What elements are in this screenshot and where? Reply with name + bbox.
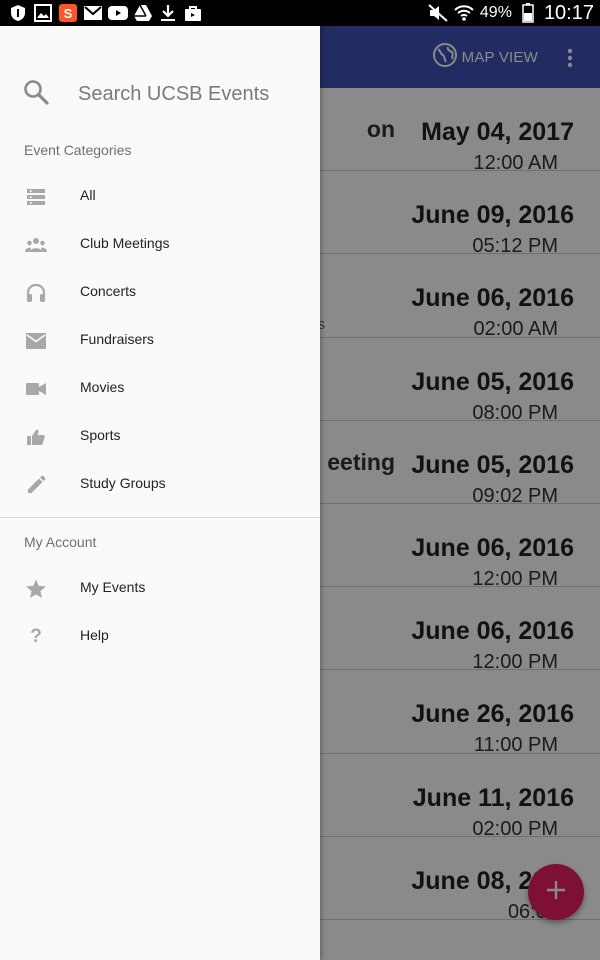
mute-icon xyxy=(428,3,448,23)
mail-icon xyxy=(24,329,48,353)
list-icon xyxy=(24,185,48,209)
nav-item-label: All xyxy=(80,187,96,203)
nav-item-label: Movies xyxy=(80,379,125,395)
group-icon xyxy=(24,233,48,257)
drive-icon xyxy=(133,3,153,23)
headphones-icon xyxy=(24,281,48,305)
shield-icon xyxy=(8,3,28,23)
nav-item-label: Fundraisers xyxy=(80,331,154,347)
svg-text:S: S xyxy=(64,6,73,21)
nav-item-all[interactable]: All xyxy=(0,173,320,221)
drawer-divider xyxy=(0,517,320,518)
nav-item-label: Concerts xyxy=(80,283,137,299)
system-status: 49% 10:17 xyxy=(428,0,594,26)
nav-item-study-groups[interactable]: Study Groups xyxy=(0,461,320,509)
app-s-icon: S xyxy=(58,3,78,23)
nav-item-movies[interactable]: Movies xyxy=(0,365,320,413)
battery-icon xyxy=(518,3,538,23)
nav-item-fundraisers[interactable]: Fundraisers xyxy=(0,317,320,365)
clock: 10:17 xyxy=(543,1,594,24)
search-input[interactable] xyxy=(78,78,308,110)
nav-item-label: Sports xyxy=(80,427,121,443)
thumb-up-icon xyxy=(24,425,48,449)
status-bar: S 49% 10:17 xyxy=(0,0,600,26)
nav-item-my-events[interactable]: My Events xyxy=(0,565,320,613)
battery-percent: 49% xyxy=(479,4,512,21)
nav-item-label: My Events xyxy=(80,579,146,595)
search-row xyxy=(0,74,320,114)
nav-item-label: Club Meetings xyxy=(80,235,170,251)
star-icon xyxy=(24,577,48,601)
nav-item-help[interactable]: ? Help xyxy=(0,613,320,661)
notification-icons: S xyxy=(8,3,203,23)
youtube-icon xyxy=(108,3,128,23)
shopping-bag-icon xyxy=(183,3,203,23)
nav-item-label: Study Groups xyxy=(80,475,166,491)
my-account-header: My Account xyxy=(24,534,97,550)
nav-item-club-meetings[interactable]: Club Meetings xyxy=(0,221,320,269)
nav-item-sports[interactable]: Sports xyxy=(0,413,320,461)
videocam-icon xyxy=(24,377,48,401)
nav-item-label: Help xyxy=(80,627,109,643)
nav-item-concerts[interactable]: Concerts xyxy=(0,269,320,317)
navigation-drawer: Event Categories All Club Meetings Conce… xyxy=(0,26,320,960)
help-icon: ? xyxy=(30,626,42,647)
gmail-icon xyxy=(83,3,103,23)
search-icon[interactable] xyxy=(22,78,50,106)
pencil-icon xyxy=(24,473,48,497)
event-categories-header: Event Categories xyxy=(24,142,132,158)
wifi-icon xyxy=(454,3,474,23)
image-icon xyxy=(33,3,53,23)
download-icon xyxy=(158,3,178,23)
